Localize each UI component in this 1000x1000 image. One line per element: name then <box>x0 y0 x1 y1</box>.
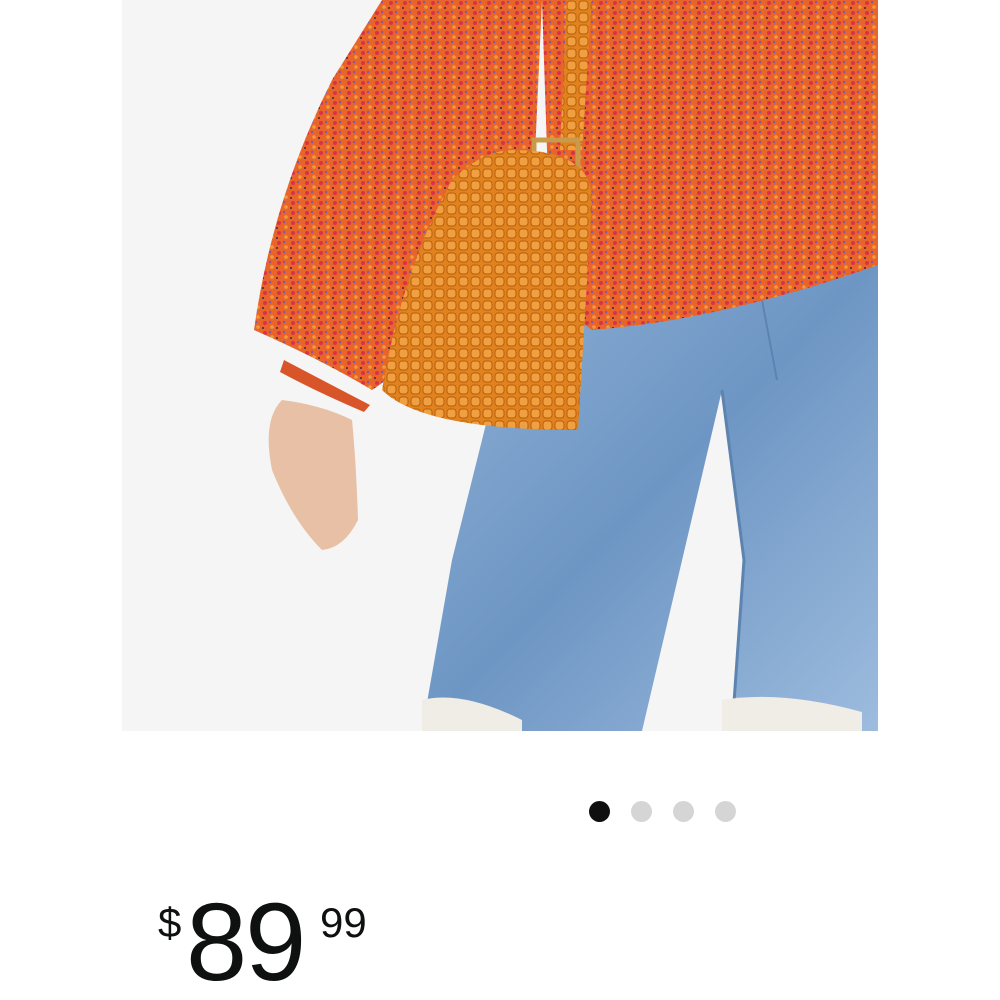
product-detail-page: $ 89 99 <box>0 0 1000 1000</box>
carousel-dot-1[interactable] <box>589 801 610 822</box>
product-photo <box>254 0 878 731</box>
carousel-dot-4[interactable] <box>715 801 736 822</box>
price-currency-symbol: $ <box>158 899 182 946</box>
price-fraction: 99 <box>320 899 367 946</box>
carousel-dot-2[interactable] <box>631 801 652 822</box>
carousel-dot-3[interactable] <box>673 801 694 822</box>
image-carousel-indicator <box>589 801 736 822</box>
product-image[interactable] <box>122 0 878 731</box>
price-whole: 89 <box>186 881 306 1000</box>
